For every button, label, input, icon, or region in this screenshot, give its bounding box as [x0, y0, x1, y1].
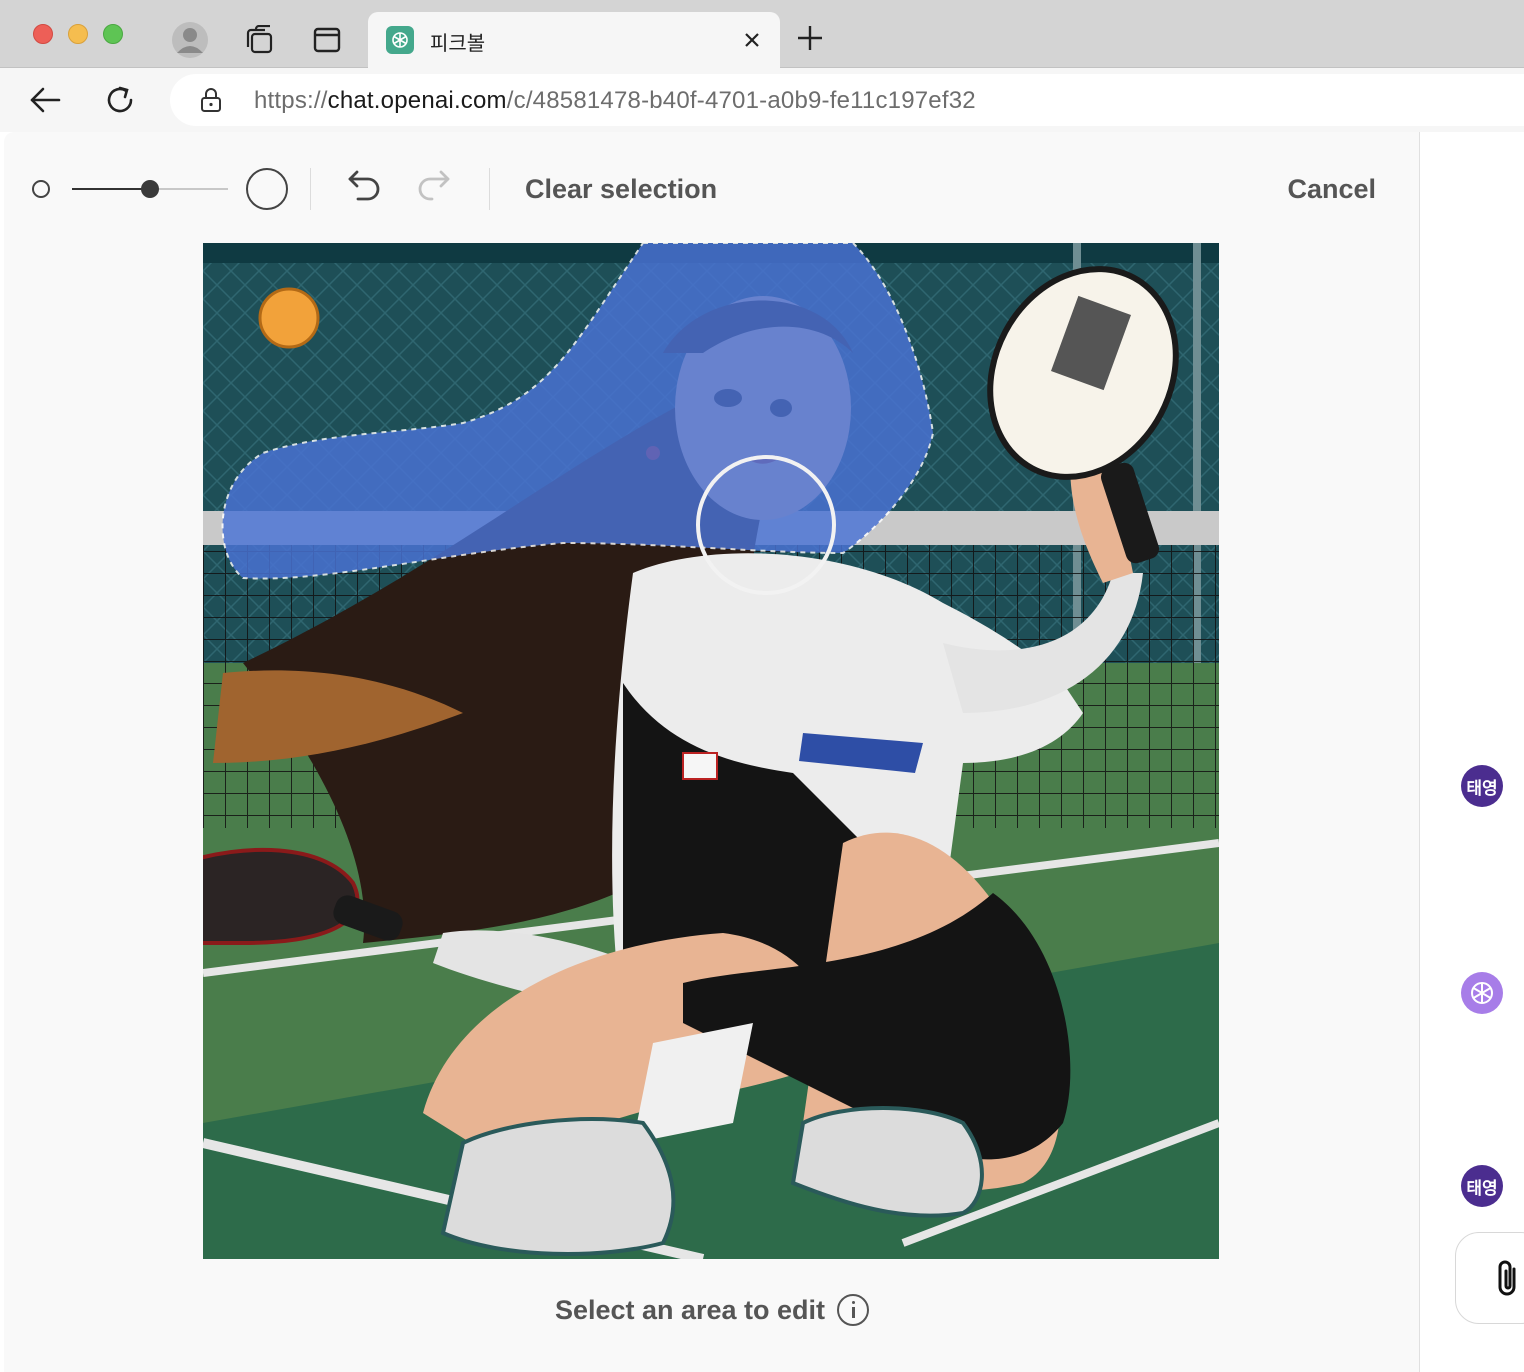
edit-hint: Select an area to edit: [4, 1294, 1420, 1326]
new-tab-icon[interactable]: [792, 20, 828, 56]
user-avatar: 태영: [1461, 1165, 1503, 1207]
url-scheme: https://: [254, 87, 328, 114]
chatgpt-avatar-icon: [1461, 972, 1503, 1014]
close-tab-icon[interactable]: [738, 26, 766, 54]
brush-small-icon[interactable]: [32, 180, 50, 198]
cancel-button[interactable]: Cancel: [1287, 174, 1376, 205]
chat-sidebar: 태영 태영: [1421, 132, 1524, 1372]
collections-icon[interactable]: [239, 20, 279, 60]
toolbar-divider: [310, 168, 311, 210]
editable-image[interactable]: [203, 243, 1219, 1259]
lock-icon[interactable]: [198, 87, 224, 113]
image-edit-panel: Clear selection Cancel Select an area to…: [4, 132, 1420, 1372]
editor-toolbar: Clear selection Cancel: [4, 132, 1420, 242]
minimize-window-button[interactable]: [68, 24, 88, 44]
address-bar[interactable]: https://chat.openai.com/c/48581478-b40f-…: [170, 74, 1524, 126]
url-host: chat.openai.com: [327, 87, 507, 114]
tab-actions-icon[interactable]: [307, 20, 347, 60]
openai-favicon-icon: [386, 26, 414, 54]
tab-bar: 피크볼: [0, 0, 1524, 69]
back-icon[interactable]: [25, 80, 65, 120]
brush-large-icon[interactable]: [246, 168, 288, 210]
toolbar-divider: [489, 168, 490, 210]
maximize-window-button[interactable]: [103, 24, 123, 44]
profile-icon[interactable]: [170, 20, 210, 60]
composer-box[interactable]: [1455, 1232, 1524, 1324]
clear-selection-button[interactable]: Clear selection: [525, 174, 717, 205]
url-text[interactable]: https://chat.openai.com/c/48581478-b40f-…: [254, 87, 976, 115]
close-window-button[interactable]: [33, 24, 53, 44]
tab-title: 피크볼: [430, 33, 486, 55]
paperclip-icon[interactable]: [1490, 1259, 1524, 1299]
hint-text: Select an area to edit: [554, 1294, 826, 1325]
redo-icon[interactable]: [414, 168, 454, 208]
navigation-bar: https://chat.openai.com/c/48581478-b40f-…: [0, 68, 1524, 132]
url-path: /c/48581478-b40f-4701-a0b9-fe11c197ef32: [506, 87, 976, 114]
slider-thumb[interactable]: [141, 180, 159, 198]
info-icon[interactable]: [837, 1294, 870, 1326]
reload-icon[interactable]: [100, 80, 140, 120]
user-avatar: 태영: [1461, 765, 1503, 807]
undo-icon[interactable]: [344, 168, 384, 208]
slider-fill: [72, 188, 150, 190]
brush-size-slider[interactable]: [72, 180, 228, 198]
active-tab[interactable]: 피크볼: [368, 12, 780, 69]
